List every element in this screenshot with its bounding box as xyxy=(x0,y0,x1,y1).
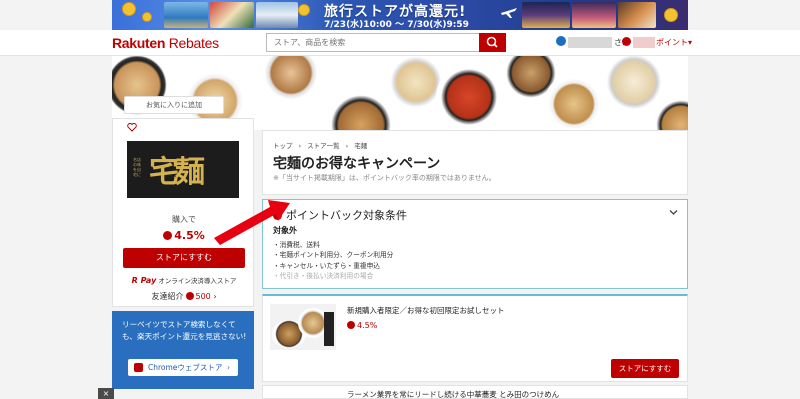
list-item: ・代引き・後払い決済利用の場合 xyxy=(273,271,374,280)
offer-card-next: ラーメン業界を常にリードし続ける中華蕎麦 とみ田のつけめん xyxy=(262,385,688,399)
point-icon xyxy=(622,37,631,46)
store-panel: 名店の味を自宅に 宅麺 購入で 4.5% ストアにすすむ R Pay オンライン… xyxy=(112,118,254,307)
store-logo-small-text: 名店の味を自宅に xyxy=(133,157,141,177)
breadcrumb-home[interactable]: トップ xyxy=(273,142,293,150)
offer-rate-value: 4.5% xyxy=(357,321,378,330)
ramen-bowl-image xyxy=(260,56,322,104)
search-input[interactable] xyxy=(267,34,479,51)
coin-icon xyxy=(664,8,678,22)
chrome-button-label: Chromeウェブストア xyxy=(148,363,223,372)
heart-icon[interactable] xyxy=(127,122,137,135)
search-icon xyxy=(486,36,498,48)
go-to-store-button[interactable]: ストアにすすむ xyxy=(123,248,245,268)
offer-go-button[interactable]: ストアにすすむ xyxy=(611,359,679,378)
point-icon xyxy=(163,231,173,240)
close-button[interactable]: × xyxy=(98,388,114,399)
rpay-text: オンライン決済導入ストア xyxy=(158,277,237,285)
rpay-notice: R Pay オンライン決済導入ストア xyxy=(113,275,255,285)
breadcrumb-separator: › xyxy=(298,142,302,150)
add-to-favorites-label[interactable]: お気に入りに追加 xyxy=(124,96,224,114)
rakuten-rebates-logo[interactable]: Rakuten Rebates xyxy=(112,35,219,51)
breadcrumb-store-list[interactable]: ストア一覧 xyxy=(307,142,340,150)
banner-photo-night xyxy=(522,2,570,28)
coin-icon xyxy=(122,2,136,16)
list-item: ・宅麺ポイント利用分、クーポン利用分 xyxy=(273,251,394,260)
campaign-header: トップ › ストア一覧 › 宅麺 宅麺のお得なキャンペーン ※「当サイト掲載期限」は、ポ… xyxy=(262,130,688,195)
banner-photo-sushi xyxy=(618,2,656,28)
breadcrumb-current: 宅麺 xyxy=(354,142,368,150)
breadcrumb: トップ › ストア一覧 › 宅麺 xyxy=(273,140,373,150)
breadcrumb-separator: › xyxy=(345,142,349,150)
point-back-conditions[interactable]: ポイントバック対象条件 対象外 ・消費税、送料 ・宅麺ポイント利用分、クーポン利… xyxy=(262,199,688,289)
ramen-bowl-image xyxy=(326,90,396,130)
chrome-extension-promo: リーベイツでストア検索しなくても、楽天ポイント還元を見逃さない! Chromeウ… xyxy=(112,311,254,389)
travel-promo-banner[interactable]: 旅行ストアが高還元! 7/23(水)10:00 ～ 7/30(水)9:59 xyxy=(112,0,688,30)
page-title: 宅麺のお得なキャンペーン xyxy=(273,156,441,172)
point-icon xyxy=(186,292,195,300)
list-item: ・消費税、送料 xyxy=(273,241,320,249)
banner-photo-sea xyxy=(164,2,208,28)
offer-image[interactable] xyxy=(270,304,336,350)
member-rank-icon xyxy=(556,36,566,46)
list-item: ・キャンセル・いたずら・重複申込 xyxy=(273,261,380,270)
excluded-heading: 対象外 xyxy=(273,226,297,235)
username-redacted xyxy=(568,37,612,48)
store-logo-kanji: 宅麺 xyxy=(149,155,205,190)
point-icon xyxy=(273,211,282,220)
chrome-promo-text: リーベイツでストア検索しなくても、楽天ポイント還元を見逃さない! xyxy=(122,320,247,341)
logo-main-text: Rakuten xyxy=(112,35,166,51)
conditions-heading: ポイントバック対象条件 xyxy=(273,207,407,223)
ramen-bowl-image xyxy=(436,64,502,130)
conditions-heading-text: ポイントバック対象条件 xyxy=(286,209,407,222)
rate-value: 4.5% xyxy=(174,229,205,242)
chevron-right-icon: › xyxy=(213,292,217,301)
chevron-right-icon: › xyxy=(227,363,230,372)
store-logo[interactable]: 名店の味を自宅に 宅麺 xyxy=(127,141,239,198)
offer-title[interactable]: 新規購入者限定／お得な初回限定お試しセット xyxy=(347,305,505,316)
banner-photo-food xyxy=(210,2,254,28)
points-redacted xyxy=(633,37,655,48)
ramen-bowl-image xyxy=(544,74,604,130)
purchase-label: 購入で xyxy=(172,215,196,224)
offer-card: 新規購入者限定／お得な初回限定お試しセット 4.5% ストアにすすむ xyxy=(262,294,688,382)
chevron-down-icon[interactable] xyxy=(669,209,678,216)
referral-label: 友達紹介 xyxy=(151,292,184,301)
offer-title[interactable]: ラーメン業界を常にリードし続ける中華蕎麦 とみ田のつけめん xyxy=(347,389,559,398)
logo-sub-text: Rebates xyxy=(168,35,219,51)
banner-photo-lanterns xyxy=(572,2,616,28)
referral-points: 500 xyxy=(195,292,211,301)
point-back-rate: 4.5% xyxy=(113,229,255,242)
point-icon xyxy=(347,321,355,329)
coin-icon xyxy=(142,12,152,22)
promo-banner-area: 旅行ストアが高還元! 7/23(水)10:00 ～ 7/30(水)9:59 xyxy=(0,0,800,30)
search-box xyxy=(266,33,506,52)
banner-dates: 7/23(水)10:00 ～ 7/30(水)9:59 xyxy=(324,20,469,30)
site-header: Rakuten Rebates さん ポイント▾ xyxy=(0,30,800,56)
coin-icon xyxy=(298,4,310,16)
rpay-logo: R Pay xyxy=(131,276,157,285)
rakuten-r-icon xyxy=(134,363,143,372)
offer-rate: 4.5% xyxy=(347,321,377,330)
chrome-web-store-button[interactable]: Chromeウェブストア › xyxy=(128,359,238,376)
points-menu[interactable]: ポイント▾ xyxy=(656,37,692,48)
banner-photo-city xyxy=(256,2,298,28)
referral-link[interactable]: 友達紹介 500 › xyxy=(113,291,255,302)
excluded-list: ・消費税、送料 ・宅麺ポイント利用分、クーポン利用分 ・キャンセル・いたずら・重… xyxy=(273,240,393,281)
ramen-bowl-image xyxy=(602,56,666,114)
expiry-note: ※「当サイト掲載期限」は、ポイントバック率の期限ではありません。 xyxy=(273,174,496,182)
search-button[interactable] xyxy=(479,33,506,52)
airplane-icon xyxy=(501,8,517,18)
